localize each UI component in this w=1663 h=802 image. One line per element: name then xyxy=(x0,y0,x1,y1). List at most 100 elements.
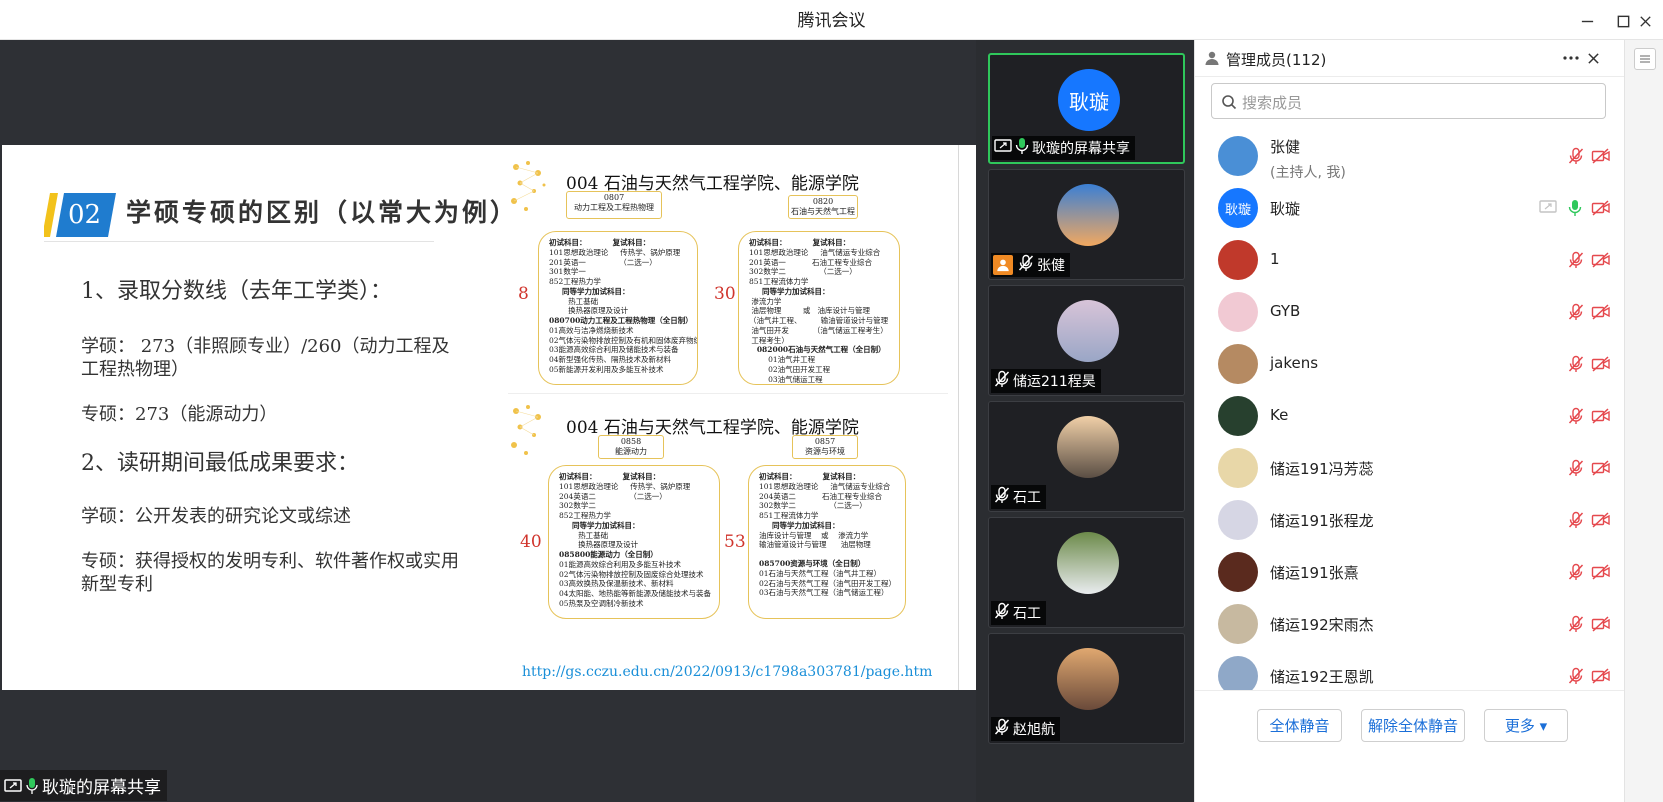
screen-share-icon xyxy=(994,138,1012,158)
side-toolbar xyxy=(1624,40,1663,802)
video-tile[interactable]: 石工 xyxy=(988,401,1185,512)
detail-line: 02气体污染物排放控制及固废综合处理技术 xyxy=(559,569,704,579)
video-tile[interactable]: 耿璇 耿璇的屏幕共享 xyxy=(988,53,1185,164)
person-icon xyxy=(1205,51,1219,65)
point1-academic: 学硕： 273（非照顾专业）/260（动力工程及工程热物理） xyxy=(81,336,450,381)
member-name: 储运191张程龙 xyxy=(1270,512,1374,530)
camera-off-icon[interactable] xyxy=(1591,615,1611,633)
avatar xyxy=(1218,240,1258,280)
mic-muted-icon[interactable] xyxy=(1567,147,1585,165)
point2-academic: 学硕：公开发表的研究论文或综述 xyxy=(81,506,351,527)
camera-off-icon[interactable] xyxy=(1591,459,1611,477)
detail-line: 05新能源开发利用及多能互补技术 xyxy=(549,364,664,374)
detail-line: 03能源高效综合利用及储能技术与装备 xyxy=(549,345,679,355)
members-panel: 管理成员(112) 搜索成员 张健 (主持人, 我) 耿璇 耿璇 1 GYB jakens K… xyxy=(1194,40,1625,802)
member-name: 储运192宋雨杰 xyxy=(1270,616,1374,634)
panel2-left-details: 初试科目： 复试科目： 101思想政治理论 传热学、锅炉原理 204英语二 （二选一… xyxy=(548,465,720,619)
detail-line: 渗流力学 xyxy=(749,296,782,306)
point2-title: 2、读研期间最低成果要求： xyxy=(81,451,359,476)
close-panel-button[interactable] xyxy=(1583,48,1603,68)
member-name: 张健 xyxy=(1270,138,1301,156)
avatar xyxy=(1218,604,1258,644)
minimize-icon xyxy=(1581,20,1593,22)
point1-professional: 专硕：273（能源动力） xyxy=(81,404,278,425)
panel2-right-details: 初试科目： 复试科目： 101思想政治理论 油气储运专业综合 204英语二 石油工程… xyxy=(748,465,906,619)
members-footer: 全体静音 解除全体静音 更多 ▾ xyxy=(1195,690,1625,802)
panel-menu-button[interactable] xyxy=(1634,48,1656,70)
member-row[interactable]: 耿璇 耿璇 xyxy=(1195,182,1625,234)
avatar xyxy=(1218,500,1258,540)
mic-muted-icon[interactable] xyxy=(1567,251,1585,269)
detail-line: 04新型强化传热、隔热技术及新材料 xyxy=(549,355,672,364)
member-row[interactable]: 张健 (主持人, 我) xyxy=(1195,130,1625,182)
member-row[interactable]: 储运192宋雨杰 xyxy=(1195,598,1625,650)
detail-line: 085800能源动力（全日制） xyxy=(559,550,658,559)
menu-icon xyxy=(1640,55,1650,63)
shared-screen-stage[interactable]: 02 学硕专硕的区别（以常大为例） 1、录取分数线（去年工学类）： 学硕： 27… xyxy=(0,40,976,802)
panel2-right-lines: 初试科目： 复试科目： 101思想政治理论 油气储运专业综合 204英语二 石油工程… xyxy=(759,472,896,598)
member-row[interactable]: 储运191冯芳蕊 xyxy=(1195,442,1625,494)
member-search-input[interactable]: 搜索成员 xyxy=(1211,83,1606,119)
search-placeholder: 搜索成员 xyxy=(1242,94,1303,112)
video-strip: 耿璇 耿璇的屏幕共享 张健 储运211程昊 石工 石工 赵旭航 xyxy=(976,40,1194,802)
video-tile[interactable]: 储运211程昊 xyxy=(988,285,1185,396)
video-tile[interactable]: 赵旭航 xyxy=(988,633,1185,744)
mic-muted-icon[interactable] xyxy=(1567,615,1585,633)
panel1-right-score: 30 xyxy=(714,284,736,304)
source-url-link[interactable]: http://gs.cczu.edu.cn/2022/0913/c1798a30… xyxy=(522,664,932,680)
close-icon xyxy=(1587,52,1599,64)
camera-off-icon[interactable] xyxy=(1591,199,1611,217)
member-row[interactable]: Ke xyxy=(1195,390,1625,442)
detail-line: 101思想政治理论 传热学、锅炉原理 xyxy=(549,247,681,257)
members-title: 管理成员(112) xyxy=(1226,51,1327,69)
mic-muted-icon[interactable] xyxy=(1567,511,1585,529)
detail-line: 01高效与洁净燃烧新技术 xyxy=(549,325,634,335)
detail-line: 302数学二 （二选一） xyxy=(759,501,867,511)
avatar xyxy=(1218,448,1258,488)
avatar xyxy=(1218,292,1258,332)
camera-off-icon[interactable] xyxy=(1591,511,1611,529)
mic-muted-icon[interactable] xyxy=(1567,355,1585,373)
member-name: 1 xyxy=(1270,250,1280,268)
camera-off-icon[interactable] xyxy=(1591,407,1611,425)
camera-off-icon[interactable] xyxy=(1591,355,1611,373)
mute-all-button[interactable]: 全体静音 xyxy=(1257,709,1342,742)
camera-off-icon[interactable] xyxy=(1591,667,1611,685)
member-row[interactable]: 储运191张熹 xyxy=(1195,546,1625,598)
title-bar: 腾讯会议 xyxy=(0,0,1663,40)
avatar xyxy=(1057,300,1119,362)
mic-muted-icon xyxy=(993,370,1011,392)
decoration-dots-bottom xyxy=(511,405,541,455)
video-tile[interactable]: 石工 xyxy=(988,517,1185,628)
close-window-button[interactable] xyxy=(1632,8,1658,34)
ellipsis-icon xyxy=(1563,56,1579,60)
heading-underline xyxy=(44,241,434,242)
mic-on-icon xyxy=(26,777,38,794)
camera-off-icon[interactable] xyxy=(1591,563,1611,581)
point1-title: 1、录取分数线（去年工学类）： xyxy=(81,279,392,304)
mic-on-icon[interactable] xyxy=(1567,199,1585,217)
member-row[interactable]: 储运191张程龙 xyxy=(1195,494,1625,546)
camera-off-icon[interactable] xyxy=(1591,251,1611,269)
mic-muted-icon[interactable] xyxy=(1567,667,1585,685)
detail-line: 101思想政治理论 油气储运专业综合 xyxy=(759,481,891,491)
detail-line: 初试科目： 复试科目： xyxy=(759,472,861,481)
camera-off-icon[interactable] xyxy=(1591,147,1611,165)
member-role: (主持人, 我) xyxy=(1270,165,1346,181)
mic-muted-icon[interactable] xyxy=(1567,563,1585,581)
member-row[interactable]: 1 xyxy=(1195,234,1625,286)
mic-muted-icon[interactable] xyxy=(1567,459,1585,477)
nameplate: 石工 xyxy=(991,601,1046,625)
video-tile[interactable]: 张健 xyxy=(988,169,1185,280)
detail-line: 852工程热力学 xyxy=(549,277,601,286)
member-row[interactable]: jakens xyxy=(1195,338,1625,390)
detail-line: 同等学力加试科目： xyxy=(549,286,630,296)
more-button[interactable]: 更多 ▾ xyxy=(1484,709,1568,742)
camera-off-icon[interactable] xyxy=(1591,303,1611,321)
minimize-button[interactable] xyxy=(1574,8,1600,34)
mic-muted-icon[interactable] xyxy=(1567,407,1585,425)
mic-muted-icon[interactable] xyxy=(1567,303,1585,321)
unmute-all-button[interactable]: 解除全体静音 xyxy=(1361,709,1465,742)
more-options-button[interactable] xyxy=(1561,48,1581,68)
member-row[interactable]: GYB xyxy=(1195,286,1625,338)
